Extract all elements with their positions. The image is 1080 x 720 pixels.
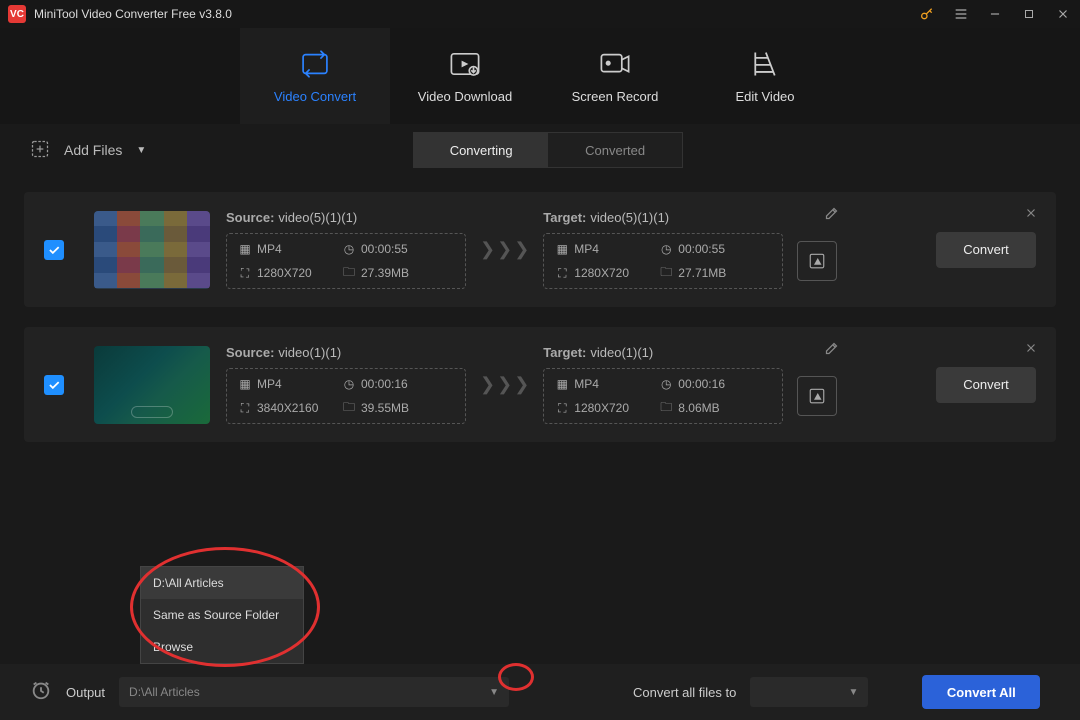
folder-icon: 🗀 xyxy=(343,402,355,414)
titlebar: VC MiniTool Video Converter Free v3.8.0 xyxy=(0,0,1080,28)
target-filename: video(1)(1) xyxy=(590,345,653,360)
output-path-value: D:\All Articles xyxy=(129,685,200,699)
target-label: Target:video(5)(1)(1) xyxy=(543,210,837,225)
remove-file-button[interactable] xyxy=(1024,341,1038,360)
target-label: Target:video(1)(1) xyxy=(543,345,837,360)
clock-icon: ◷ xyxy=(343,378,355,390)
convert-status-tabs: Converting Converted xyxy=(413,132,683,168)
tab-video-download[interactable]: Video Download xyxy=(390,28,540,124)
download-icon xyxy=(448,49,482,79)
output-label: Output xyxy=(66,685,105,700)
target-info: ▦MP4 ◷00:00:16 ⛶1280X720 🗀8.06MB xyxy=(543,368,783,424)
tab-converting[interactable]: Converting xyxy=(414,133,548,167)
clock-icon: ◷ xyxy=(343,243,355,255)
tab-converted[interactable]: Converted xyxy=(548,133,682,167)
chevron-down-icon: ▼ xyxy=(848,687,858,698)
main-tabs: Video Convert Video Download Screen Reco… xyxy=(0,28,1080,124)
convert-button[interactable]: Convert xyxy=(936,367,1036,403)
output-option[interactable]: Same as Source Folder xyxy=(141,599,303,631)
hamburger-icon[interactable] xyxy=(952,5,970,23)
expand-icon: ⛶ xyxy=(239,402,251,414)
film-icon: ▦ xyxy=(556,243,568,255)
arrow-indicator: ❯❯❯ xyxy=(480,239,529,260)
source-info: ▦MP4 ◷00:00:16 ⛶3840X2160 🗀39.55MB xyxy=(226,368,466,424)
convert-icon xyxy=(298,49,332,79)
convert-all-button[interactable]: Convert All xyxy=(922,675,1040,709)
film-icon: ▦ xyxy=(239,378,251,390)
maximize-button[interactable] xyxy=(1020,5,1038,23)
file-card: Source:video(5)(1)(1) ▦MP4 ◷00:00:55 ⛶12… xyxy=(24,192,1056,307)
target-format-button[interactable] xyxy=(797,241,837,281)
film-icon: ▦ xyxy=(556,378,568,390)
chevron-down-icon: ▼ xyxy=(489,687,499,698)
add-files-icon xyxy=(30,139,50,162)
folder-icon: 🗀 xyxy=(660,267,672,279)
expand-icon: ⛶ xyxy=(239,267,251,279)
folder-icon: 🗀 xyxy=(660,402,672,414)
edit-target-icon[interactable] xyxy=(824,206,839,226)
tab-edit-video[interactable]: Edit Video xyxy=(690,28,840,124)
output-path-combo[interactable]: D:\All Articles ▼ xyxy=(119,677,509,707)
file-checkbox[interactable] xyxy=(44,240,64,260)
bottom-bar: Output D:\All Articles ▼ Convert all fil… xyxy=(0,664,1080,720)
video-thumbnail[interactable] xyxy=(94,211,210,289)
expand-icon: ⛶ xyxy=(556,267,568,279)
edit-icon xyxy=(750,49,780,79)
target-format-button[interactable] xyxy=(797,376,837,416)
edit-target-icon[interactable] xyxy=(824,341,839,361)
target-info: ▦MP4 ◷00:00:55 ⛶1280X720 🗀27.71MB xyxy=(543,233,783,289)
output-dropdown-menu: D:\All Articles Same as Source Folder Br… xyxy=(140,566,304,664)
app-title: MiniTool Video Converter Free v3.8.0 xyxy=(34,7,918,21)
convert-all-label: Convert all files to xyxy=(633,685,736,700)
video-thumbnail[interactable] xyxy=(94,346,210,424)
folder-icon: 🗀 xyxy=(343,267,355,279)
source-label: Source:video(5)(1)(1) xyxy=(226,210,466,225)
target-filename: video(5)(1)(1) xyxy=(590,210,669,225)
source-filename: video(5)(1)(1) xyxy=(278,210,357,225)
expand-icon: ⛶ xyxy=(556,402,568,414)
add-files-button[interactable]: Add Files ▼ xyxy=(30,139,146,162)
convert-all-format-combo[interactable]: ▼ xyxy=(750,677,868,707)
close-button[interactable] xyxy=(1054,5,1072,23)
tab-label: Edit Video xyxy=(735,89,794,104)
remove-file-button[interactable] xyxy=(1024,206,1038,225)
output-option[interactable]: D:\All Articles xyxy=(141,567,303,599)
file-checkbox[interactable] xyxy=(44,375,64,395)
source-filename: video(1)(1) xyxy=(278,345,341,360)
minimize-button[interactable] xyxy=(986,5,1004,23)
app-logo: VC xyxy=(8,5,26,23)
tab-screen-record[interactable]: Screen Record xyxy=(540,28,690,124)
clock-icon: ◷ xyxy=(660,378,672,390)
add-files-label: Add Files xyxy=(64,142,122,158)
tab-label: Video Download xyxy=(418,89,512,104)
chevron-down-icon: ▼ xyxy=(136,145,146,156)
toolbar: Add Files ▼ Converting Converted xyxy=(0,124,1080,176)
file-list: Source:video(5)(1)(1) ▦MP4 ◷00:00:55 ⛶12… xyxy=(0,176,1080,458)
arrow-indicator: ❯❯❯ xyxy=(480,374,529,395)
tab-video-convert[interactable]: Video Convert xyxy=(240,28,390,124)
output-option[interactable]: Browse xyxy=(141,631,303,663)
schedule-icon[interactable] xyxy=(30,679,52,706)
film-icon: ▦ xyxy=(239,243,251,255)
source-info: ▦MP4 ◷00:00:55 ⛶1280X720 🗀27.39MB xyxy=(226,233,466,289)
key-icon[interactable] xyxy=(918,5,936,23)
tab-label: Video Convert xyxy=(274,89,356,104)
file-card: Source:video(1)(1) ▦MP4 ◷00:00:16 ⛶3840X… xyxy=(24,327,1056,442)
record-icon xyxy=(598,49,632,79)
convert-button[interactable]: Convert xyxy=(936,232,1036,268)
tab-label: Screen Record xyxy=(572,89,659,104)
clock-icon: ◷ xyxy=(660,243,672,255)
source-label: Source:video(1)(1) xyxy=(226,345,466,360)
